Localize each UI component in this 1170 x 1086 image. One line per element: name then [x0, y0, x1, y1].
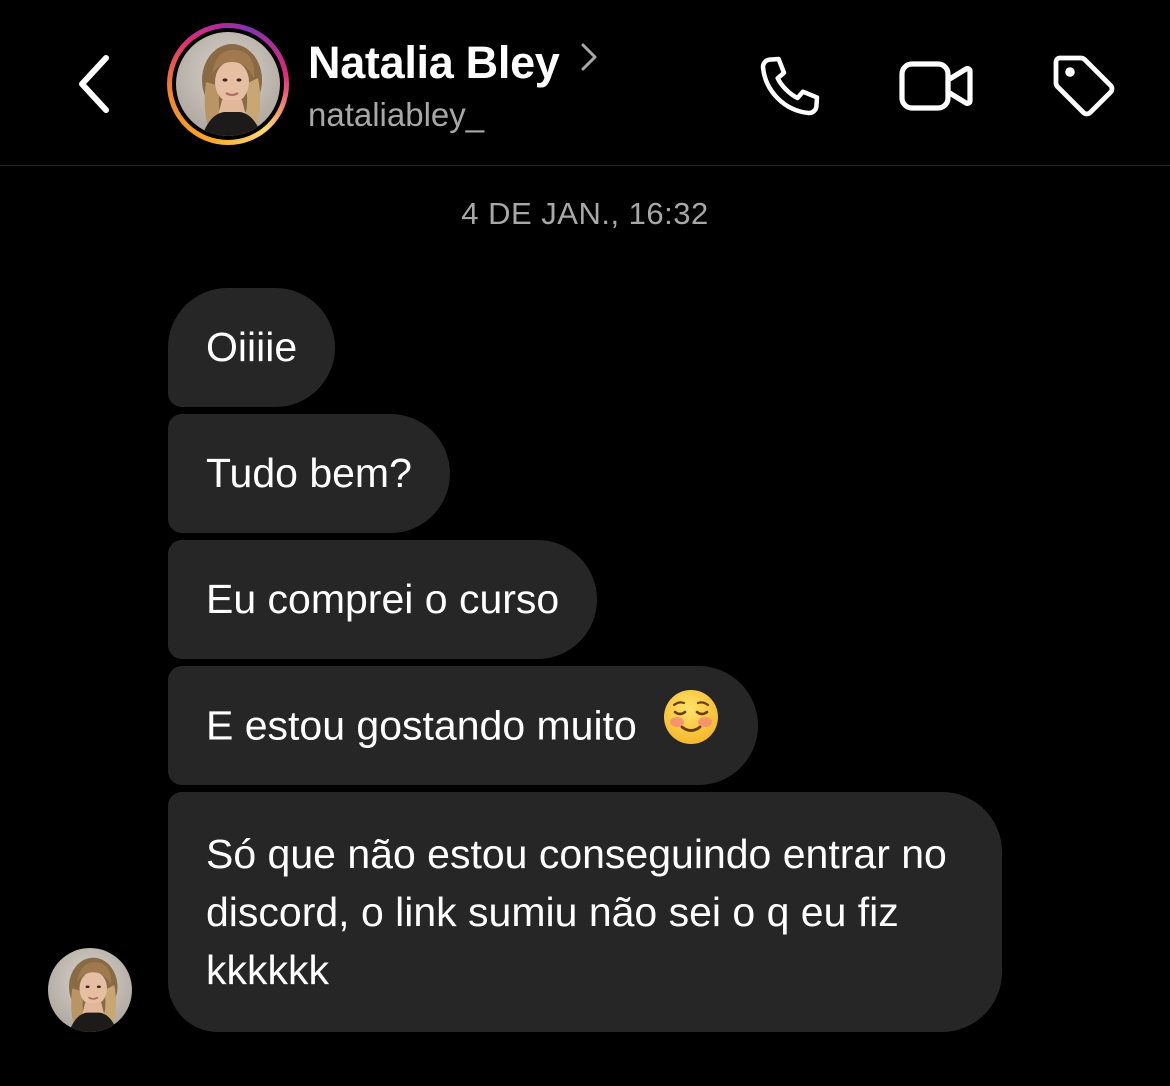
smiling-face-emoji-icon [662, 688, 720, 761]
tag-button[interactable] [1044, 46, 1124, 126]
message-text: Tudo bem? [206, 450, 412, 496]
message-timestamp: 4 DE JAN., 16:32 [461, 196, 709, 231]
profile-avatar-story-ring[interactable] [167, 23, 289, 145]
back-button[interactable] [62, 44, 126, 124]
message-bubble[interactable]: Só que não estou conseguindo entrar no d… [168, 792, 1002, 1032]
contact-title[interactable]: Natalia Bley nataliabley_ [308, 32, 598, 134]
chat-header: Natalia Bley nataliabley_ [0, 0, 1170, 166]
avatar [48, 948, 132, 1032]
video-camera-icon [899, 61, 973, 111]
avatar [176, 32, 280, 136]
audio-call-button[interactable] [750, 46, 830, 126]
message-bubble[interactable]: E estou gostando muito [168, 666, 759, 785]
message-bubble[interactable]: Oiiiie [168, 288, 336, 407]
contact-name: Natalia Bley [308, 37, 560, 88]
chevron-left-icon [79, 55, 109, 113]
message-bubble[interactable]: Tudo bem? [168, 414, 450, 533]
tag-icon [1053, 55, 1115, 117]
message-thread: Oiiiie Tudo bem? Eu comprei o curso E es… [168, 288, 1002, 1039]
message-text: Eu comprei o curso [206, 576, 560, 622]
contact-username: nataliabley_ [308, 96, 485, 133]
message-text: Oiiiie [206, 324, 298, 370]
message-bubble[interactable]: Eu comprei o curso [168, 540, 598, 659]
message-text: Só que não estou conseguindo entrar no d… [206, 831, 947, 993]
video-call-button[interactable] [896, 46, 976, 126]
chevron-right-icon [580, 42, 598, 77]
phone-icon [760, 56, 820, 116]
message-text: E estou gostando muito [206, 702, 637, 749]
sender-avatar[interactable] [48, 948, 132, 1032]
